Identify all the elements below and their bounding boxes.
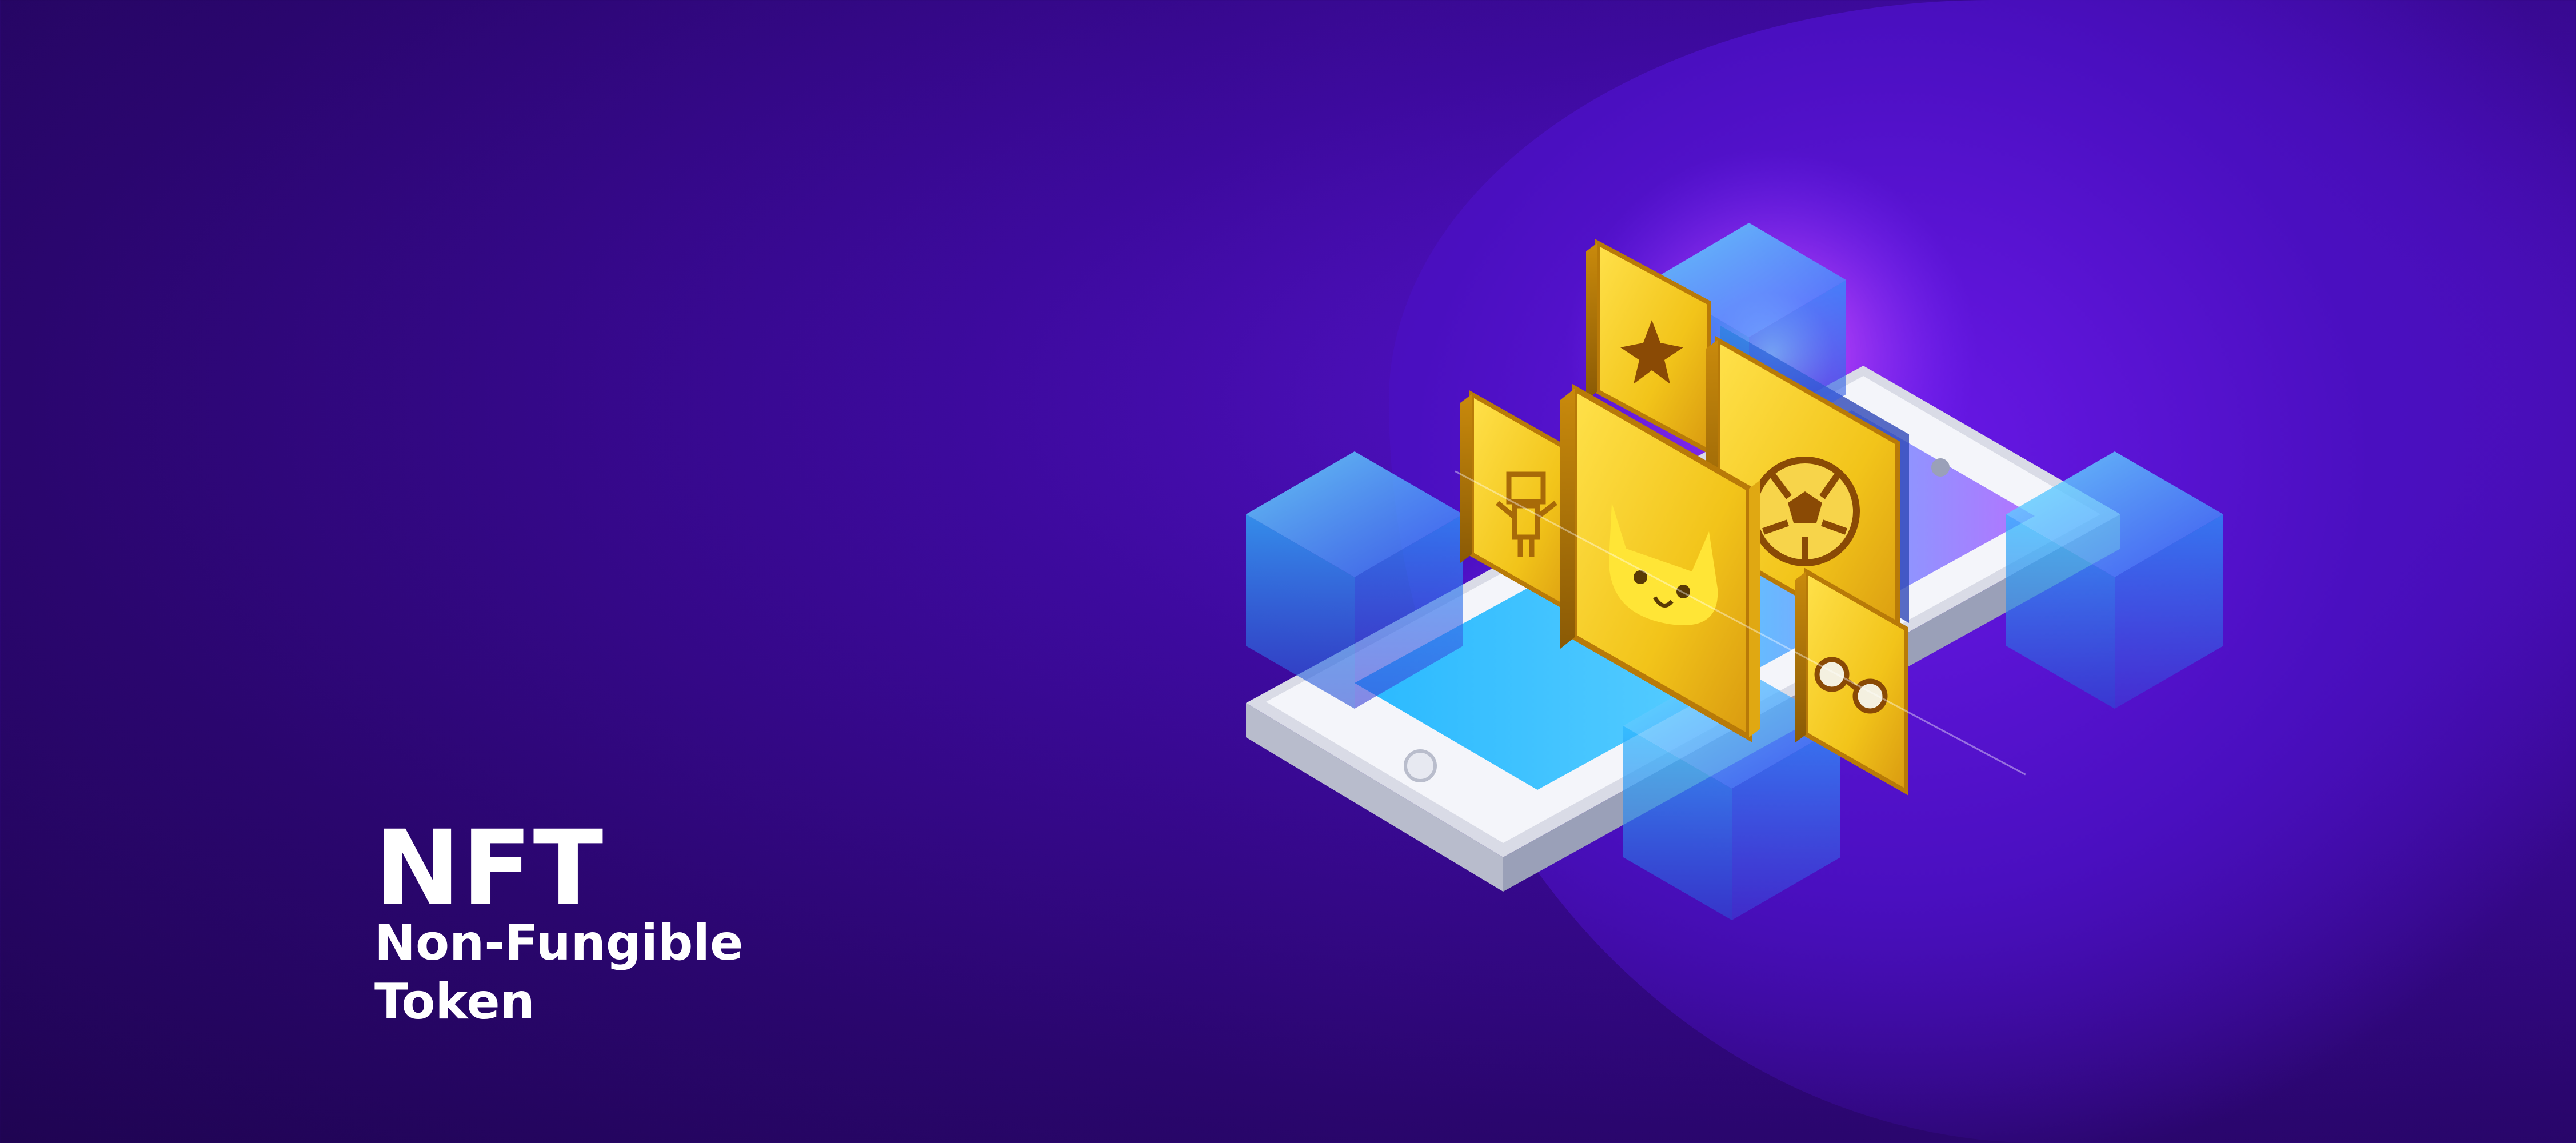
headline-title: NFT [374,809,605,928]
soccer-ball-icon [1750,457,1860,566]
home-button [1404,749,1437,782]
headline-subtitle-line2: Token [374,973,535,1030]
headline-subtitle-line1: Non-Fungible [374,914,744,972]
nft-illustration [1246,149,2223,920]
camera-icon [1931,458,1950,477]
